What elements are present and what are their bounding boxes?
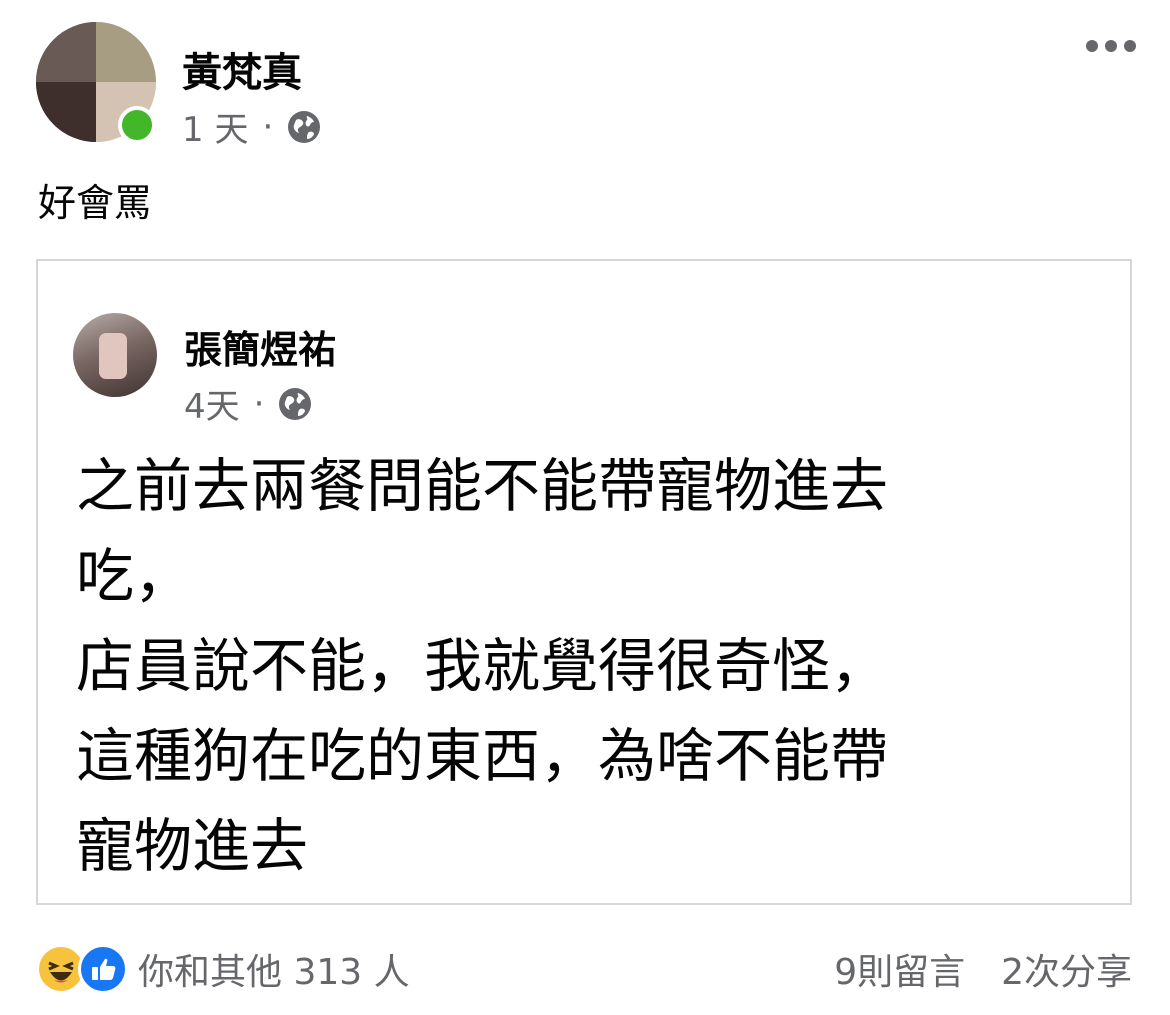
shared-text-line: 寵物進去 [76, 812, 309, 880]
engagement-stats: 9則留言 2次分享 [834, 943, 1132, 995]
avatar-photo-1 [36, 22, 96, 82]
like-reaction-icon [78, 944, 128, 994]
reactions-count[interactable]: 你和其他 313 人 [138, 943, 410, 995]
shared-post-text: 之前去兩餐問能不能帶寵物進去 吃， 店員說不能，我就覺得很奇怪， 這種狗在吃的東… [76, 441, 1126, 891]
avatar-photo-2 [96, 22, 156, 82]
shared-post-meta: 4天 · [184, 379, 312, 428]
avatar-photo-3 [36, 82, 96, 142]
shared-text-line: 吃， [76, 542, 193, 610]
phone-image [99, 333, 127, 379]
globe-icon[interactable] [278, 387, 312, 421]
post-footer: 你和其他 313 人 9則留言 2次分享 [36, 940, 1132, 998]
post-time[interactable]: 1 天 [182, 102, 248, 151]
post-text: 好會罵 [38, 181, 153, 225]
shared-post-time[interactable]: 4天 [184, 379, 240, 428]
shared-author-name[interactable]: 張簡煜祐 [184, 319, 336, 374]
shared-post-card[interactable]: 張簡煜祐 4天 · 之前去兩餐問能不能帶寵物進去 吃， 店員說不能，我就覺得很奇… [36, 259, 1132, 905]
shared-author-avatar[interactable] [73, 313, 157, 397]
shares-count[interactable]: 2次分享 [1001, 943, 1132, 995]
shared-text-line: 這種狗在吃的東西，為啥不能帶 [76, 722, 889, 790]
meta-separator: · [262, 106, 274, 147]
shared-text-line: 店員說不能，我就覺得很奇怪， [76, 632, 889, 700]
more-options-icon[interactable] [1086, 40, 1136, 52]
post-meta: 1 天 · [182, 102, 321, 151]
reactions-summary[interactable]: 你和其他 313 人 [36, 943, 410, 995]
online-status-dot [118, 106, 156, 144]
comments-count[interactable]: 9則留言 [834, 943, 965, 995]
shared-text-line: 之前去兩餐問能不能帶寵物進去 [76, 452, 889, 520]
globe-icon[interactable] [287, 110, 321, 144]
meta-separator: · [253, 383, 265, 424]
post-author-name[interactable]: 黃梵真 [182, 40, 302, 98]
